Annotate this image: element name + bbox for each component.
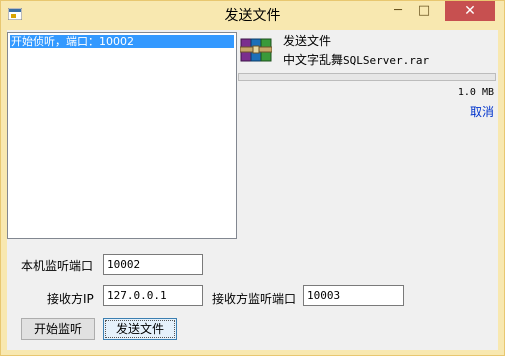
rar-archive-icon [240, 38, 272, 62]
client-area: 开始侦听，端口：10002 发送文件 中文字乱舞SQLServer.rar 1.… [7, 30, 498, 350]
receiver-ip-input[interactable]: 127.0.0.1 [103, 285, 203, 306]
close-button[interactable]: ✕ [445, 1, 495, 21]
file-name: 中文字乱舞SQLServer.rar [283, 51, 429, 68]
maximize-button[interactable]: □ [411, 1, 437, 21]
transfer-progress-bar [238, 73, 496, 81]
title-bar[interactable]: 发送文件 ─ □ ✕ [1, 1, 504, 29]
send-file-button-label: 发送文件 [105, 320, 175, 338]
file-name-cn: 中文字乱舞 [283, 53, 344, 67]
receiver-port-label: 接收方监听端口 [212, 292, 297, 306]
file-size: 1.0 MB [457, 87, 494, 98]
log-listbox[interactable]: 开始侦听，端口：10002 [7, 32, 237, 239]
send-file-window: 发送文件 ─ □ ✕ 开始侦听，端口：10002 发送文件 中文字乱舞SQLSe… [0, 0, 505, 356]
local-port-input[interactable]: 10002 [103, 254, 203, 275]
cancel-link[interactable]: 取消 [470, 103, 494, 120]
local-port-label: 本机监听端口 [21, 259, 94, 273]
receiver-ip-label: 接收方IP [47, 292, 94, 306]
receiver-port-input[interactable]: 10003 [303, 285, 404, 306]
transfer-heading: 发送文件 [283, 34, 332, 48]
list-item[interactable]: 开始侦听，端口：10002 [10, 35, 234, 48]
start-listen-button[interactable]: 开始监听 [21, 318, 95, 340]
minimize-button[interactable]: ─ [385, 1, 411, 21]
file-name-ext: SQLServer.rar [343, 54, 430, 67]
send-file-button[interactable]: 发送文件 [103, 318, 177, 340]
